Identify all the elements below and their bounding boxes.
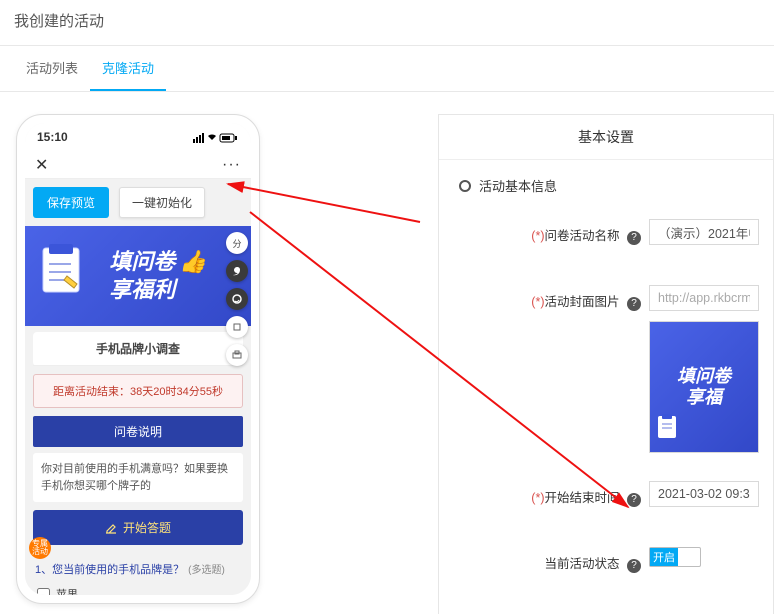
countdown-text: 距离活动结束：38天20时34分55秒: [33, 374, 243, 408]
tabs: 活动列表 克隆活动: [0, 46, 774, 92]
question-1-title: 1、您当前使用的手机品牌是？(多选题): [33, 555, 243, 583]
section-basic-info[interactable]: 活动基本信息: [459, 176, 763, 195]
clipboard-icon: [37, 242, 87, 303]
status-icons: [193, 130, 239, 144]
dot-3[interactable]: [226, 288, 248, 310]
survey-section-label: 问卷说明: [33, 416, 243, 447]
start-survey-label: 开始答题: [123, 519, 171, 536]
edit-icon: [105, 522, 117, 534]
phone-preview: 15:10 ✕ ··· 保存预览 一键初始化: [16, 114, 260, 604]
banner-line2: 享福利: [109, 277, 206, 303]
tab-activity-list[interactable]: 活动列表: [14, 46, 90, 91]
banner-line1: 填问卷: [109, 249, 175, 275]
radio-icon: [459, 180, 471, 192]
cover-url-input[interactable]: [649, 285, 759, 311]
floating-avatar[interactable]: 专属活动: [29, 537, 51, 559]
start-end-time-input[interactable]: [649, 481, 759, 507]
label-activity-name: (*)问卷活动名称 ?: [459, 219, 649, 245]
help-icon[interactable]: ?: [627, 493, 641, 507]
tab-clone-activity[interactable]: 克隆活动: [90, 46, 166, 91]
option-apple[interactable]: 苹果: [37, 583, 239, 595]
clipboard-icon: [656, 413, 680, 446]
phone-clock: 15:10: [37, 130, 68, 144]
save-preview-button[interactable]: 保存预览: [33, 187, 109, 218]
page-title: 我创建的活动: [0, 0, 774, 45]
thumb-icon: 👍: [179, 249, 206, 275]
dot-4[interactable]: [226, 316, 248, 338]
form-panel: 基本设置 活动基本信息 (*)问卷活动名称 ?: [438, 114, 774, 614]
cover-thumbnail[interactable]: 填问卷 享福: [649, 321, 759, 453]
status-switch[interactable]: 开启: [649, 547, 701, 567]
panel-title: 基本设置: [439, 115, 773, 160]
section-head-label: 活动基本信息: [479, 176, 557, 195]
label-activity-status: 当前活动状态 ?: [459, 547, 649, 573]
label-cover-image: (*)活动封面图片 ?: [459, 285, 649, 311]
reset-button[interactable]: 一键初始化: [119, 187, 205, 218]
cover-thumb-line1: 填问卷: [677, 366, 731, 387]
start-survey-button[interactable]: 开始答题: [33, 510, 243, 545]
dot-share[interactable]: 分: [226, 232, 248, 254]
survey-title: 手机品牌小调查: [33, 332, 243, 366]
more-icon[interactable]: ···: [222, 156, 241, 174]
activity-name-input[interactable]: [649, 219, 759, 245]
survey-desc: 你对目前使用的手机满意吗？如果要换手机你想买哪个牌子的: [33, 453, 243, 502]
survey-banner: 填问卷👍 享福利 分: [25, 226, 251, 326]
close-icon[interactable]: ✕: [35, 155, 48, 175]
side-action-dots: 分: [223, 232, 251, 366]
dot-2[interactable]: [226, 260, 248, 282]
phone-status-bar: 15:10: [25, 123, 251, 151]
help-icon[interactable]: ?: [627, 231, 641, 245]
cover-thumb-line2: 享福: [677, 387, 731, 408]
help-icon[interactable]: ?: [627, 297, 641, 311]
switch-on-label: 开启: [650, 548, 678, 566]
dot-5[interactable]: [226, 344, 248, 366]
help-icon[interactable]: ?: [627, 559, 641, 573]
label-start-end-time: (*)开始结束时间 ?: [459, 481, 649, 507]
